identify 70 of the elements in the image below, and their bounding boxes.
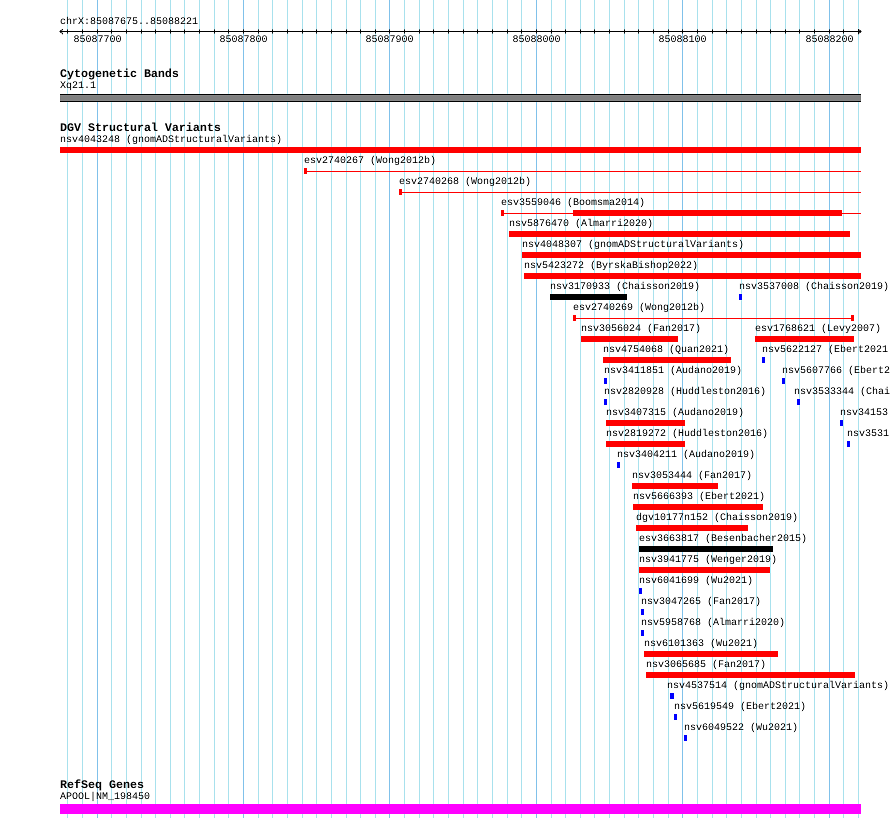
variant-label: nsv5619549 (Ebert2021) (674, 702, 806, 714)
variant-label: nsv3531 (847, 428, 890, 440)
variant-label: nsv5607766 (Ebert2 (782, 366, 890, 378)
variant-label: nsv5666393 (Ebert2021) (633, 492, 766, 504)
variant-label: nsv5876470 (Almarri2020) (509, 218, 654, 230)
variant-label: nsv3404211 (Audano2019) (617, 450, 756, 462)
variant-marker[interactable] (782, 378, 785, 384)
variant-marker[interactable] (674, 714, 677, 720)
variant-label: nsv3411851 (Audano2019) (604, 366, 742, 378)
variant-label: esv2740267 (Wong2012b) (304, 156, 436, 168)
variant-marker[interactable] (604, 398, 607, 404)
variant-line[interactable] (304, 168, 861, 174)
variant-label: nsv5423272 (ByrskaBishop2022) (524, 260, 698, 272)
track-title: RefSeq Genes (60, 778, 144, 792)
scale-label: 85088000 (512, 35, 560, 47)
scale-label: 85087900 (366, 35, 414, 47)
variant-marker[interactable] (840, 420, 843, 426)
variant-marker[interactable] (617, 462, 620, 468)
variant-label: nsv3941775 (Wenger2019) (639, 554, 778, 566)
variant-label: esv2740269 (Wong2012b) (573, 302, 706, 314)
variant-label: esv2740268 (Wong2012b) (399, 176, 532, 188)
variant-marker[interactable] (670, 692, 674, 698)
variant-label: nsv2820928 (Huddleston2016) (604, 386, 766, 398)
track-title: Cytogenetic Bands (60, 68, 179, 81)
variant-bar[interactable] (550, 294, 627, 300)
variant-label: nsv6049522 (Wu2021) (684, 722, 798, 734)
scale-label: 85087700 (74, 35, 122, 47)
variant-line[interactable] (399, 188, 861, 194)
track-title: DGV Structural Variants (60, 122, 221, 134)
variant-label: nsv4537514 (gnomADStructuralVariants) (667, 680, 890, 692)
variant-line[interactable] (501, 210, 861, 216)
variant-label: nsv4043248 (gnomADStructuralVariants) (60, 134, 282, 146)
variant-label: dgv10177n152 (Chaisson2019) (636, 512, 798, 524)
variant-bar[interactable] (639, 546, 773, 552)
variant-marker[interactable] (847, 440, 850, 446)
variant-label: nsv34153 (840, 408, 888, 420)
variant-marker[interactable] (641, 608, 644, 614)
variant-label: nsv5958768 (Almarri2020) (641, 618, 786, 630)
variant-label: nsv4048307 (gnomADStructuralVariants) (522, 240, 744, 252)
variant-marker[interactable] (604, 378, 607, 384)
variant-label: esv3663817 (Besenbacher2015) (639, 534, 808, 546)
variant-marker[interactable] (684, 734, 687, 740)
variant-label: nsv3537008 (Chaisson2019) (739, 282, 890, 294)
variant-line[interactable] (573, 314, 854, 320)
variant-marker[interactable] (762, 356, 765, 362)
band-label: Xq21.1 (60, 81, 96, 93)
variant-marker[interactable] (639, 588, 642, 594)
scale-label: 85087800 (220, 35, 268, 47)
variant-label: nsv2819272 (Huddleston2016) (606, 428, 768, 440)
variant-label: esv1768621 (Levy2007) (755, 324, 882, 336)
variant-label: nsv3056024 (Fan2017) (581, 324, 702, 336)
variant-label: nsv6101363 (Wu2021) (644, 638, 758, 650)
scale-label: 85088200 (806, 35, 854, 47)
variant-label: nsv5622127 (Ebert2021 (762, 344, 888, 356)
variant-label: nsv3170933 (Chaisson2019) (550, 282, 700, 294)
variant-label: nsv4754068 (Quan2021) (603, 344, 730, 356)
variant-label: esv3559046 (Boomsma2014) (501, 198, 646, 210)
variant-label: nsv3407315 (Audano2019) (606, 408, 744, 420)
gene-bar[interactable] (60, 804, 861, 814)
region-label: chrX:85087675..85088221 (60, 17, 198, 29)
variant-label: nsv3053444 (Fan2017) (632, 470, 752, 482)
variant-label: nsv3533344 (Chai (794, 386, 890, 398)
gene-label: APOOL|NM_198450 (60, 792, 150, 804)
variant-label: nsv3047265 (Fan2017) (641, 596, 762, 608)
scale-label: 85088100 (658, 35, 706, 47)
variant-label: nsv6041699 (Wu2021) (639, 576, 754, 588)
variant-marker[interactable] (797, 398, 800, 404)
variant-marker[interactable] (641, 630, 644, 636)
variant-marker[interactable] (739, 294, 742, 300)
variant-label: nsv3065685 (Fan2017) (646, 660, 766, 672)
